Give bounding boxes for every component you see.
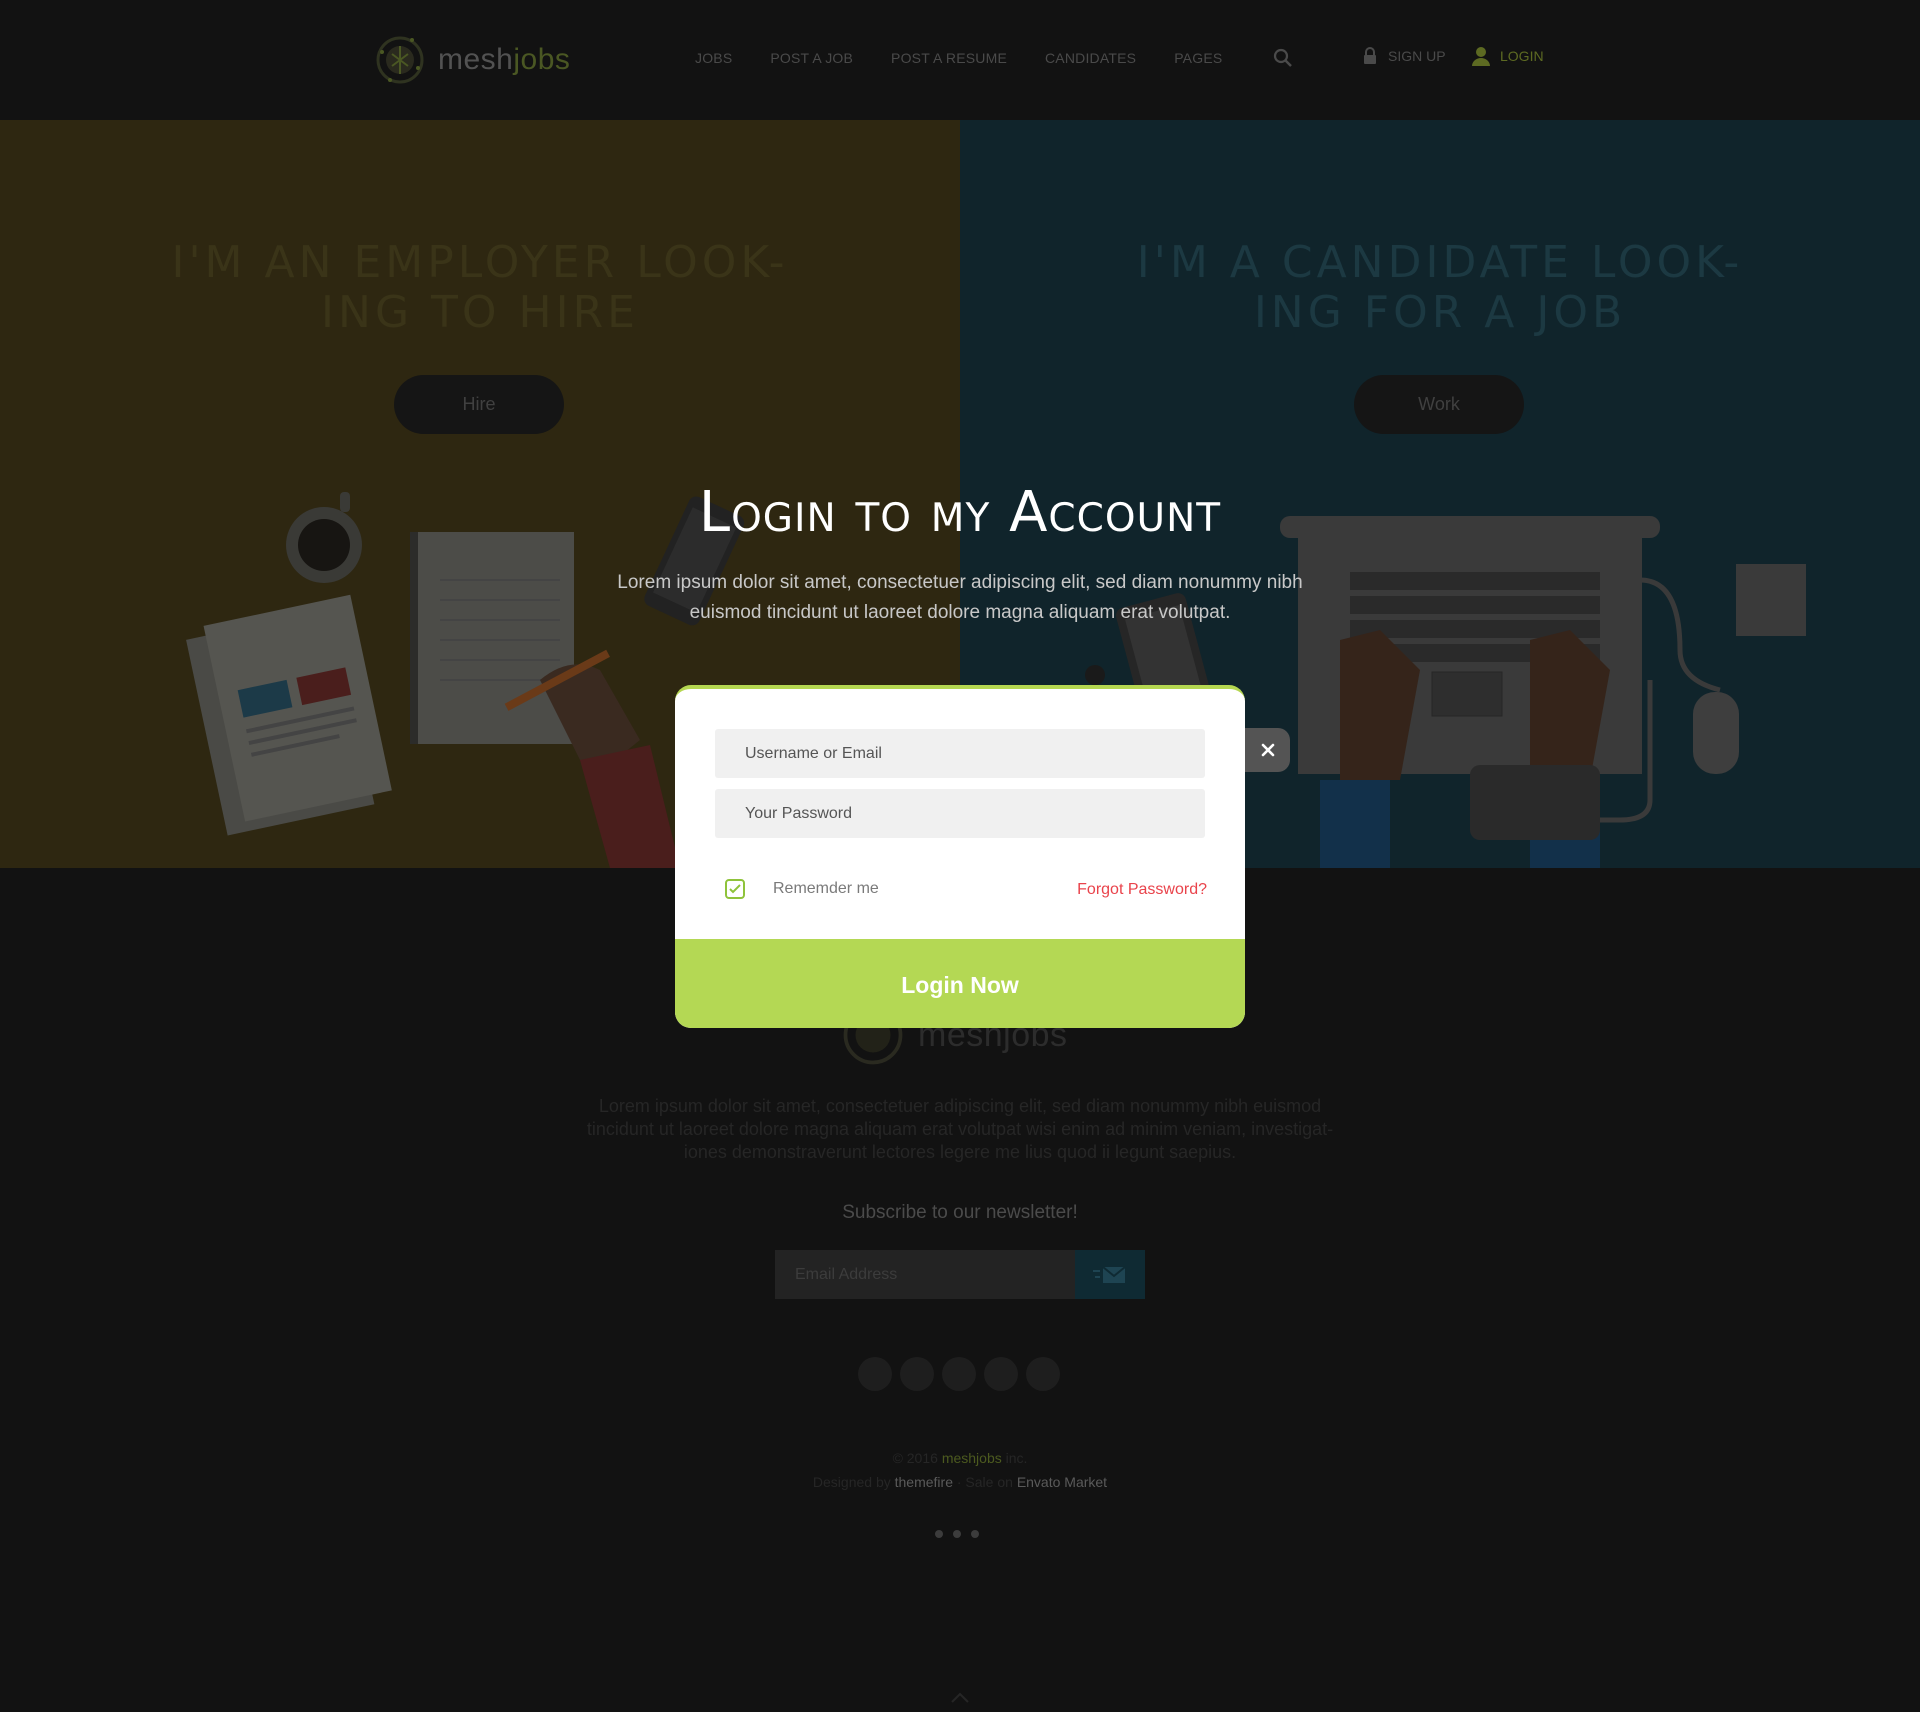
password-input[interactable] (715, 789, 1205, 838)
newsletter-email-input[interactable] (775, 1250, 1075, 1299)
logo-text: meshjobs (438, 43, 571, 76)
login-link[interactable]: LOGIN (1472, 46, 1544, 66)
remember-label: Rememder me (773, 880, 879, 897)
login-description: Lorem ipsum dolor sit amet, consectetuer… (617, 572, 1303, 623)
site-header: meshjobs JOBS POST A JOB POST A RESUME C… (0, 0, 1920, 120)
designer-link[interactable]: themefire (895, 1474, 953, 1490)
nav-candidates[interactable]: CANDIDATES (1045, 50, 1136, 66)
remember-me[interactable]: Rememder me (725, 879, 879, 899)
instagram-icon[interactable] (1026, 1357, 1060, 1391)
chevron-up-icon[interactable] (940, 1680, 980, 1712)
nav-jobs[interactable]: JOBS (695, 50, 732, 66)
search-icon[interactable] (1272, 47, 1294, 69)
nav-post-a-job[interactable]: POST A JOB (770, 50, 853, 66)
login-label: LOGIN (1500, 48, 1544, 64)
main-nav: JOBS POST A JOB POST A RESUME CANDIDATES… (695, 50, 1260, 66)
username-input[interactable] (715, 729, 1205, 778)
lock-icon (1364, 47, 1376, 64)
facebook-icon[interactable] (858, 1357, 892, 1391)
footer-description: Lorem ipsum dolor sit amet, consectetuer… (586, 1096, 1334, 1162)
site-logo[interactable]: meshjobs (372, 32, 570, 88)
user-icon (1472, 47, 1490, 66)
vimeo-icon[interactable] (984, 1357, 1018, 1391)
remember-checkbox[interactable] (725, 879, 745, 899)
copyright: © 2016 meshjobs inc. (892, 1450, 1028, 1466)
signup-label: SIGN UP (1388, 48, 1446, 64)
check-icon (729, 884, 741, 894)
twitter-icon[interactable] (900, 1357, 934, 1391)
close-modal-button[interactable] (1245, 728, 1290, 772)
social-links (858, 1357, 1068, 1391)
login-modal: Rememder me Forgot Password? Login Now (675, 685, 1245, 1028)
login-now-button[interactable]: Login Now (675, 939, 1245, 1028)
market-link[interactable]: Envato Market (1017, 1474, 1107, 1490)
signup-link[interactable]: SIGN UP (1362, 47, 1446, 65)
forgot-password-link[interactable]: Forgot Password? (1077, 881, 1207, 899)
nav-post-a-resume[interactable]: POST A RESUME (891, 50, 1007, 66)
pager-dots (935, 1530, 989, 1538)
login-title: Login to my Account (698, 480, 1222, 545)
nav-pages[interactable]: PAGES (1174, 50, 1222, 66)
linkedin-icon[interactable] (942, 1357, 976, 1391)
newsletter-title: Subscribe to our newsletter! (842, 1202, 1078, 1223)
send-mail-icon (1093, 1265, 1126, 1283)
pager-dot[interactable] (953, 1530, 961, 1538)
globe-logo-icon (376, 36, 424, 84)
copyright-brand[interactable]: meshjobs (942, 1450, 1002, 1466)
newsletter-submit-button[interactable] (1075, 1250, 1145, 1299)
close-icon (1261, 743, 1274, 757)
pager-dot[interactable] (935, 1530, 943, 1538)
pager-dot[interactable] (971, 1530, 979, 1538)
credits: Designed by themefire · Sale on Envato M… (812, 1474, 1108, 1490)
